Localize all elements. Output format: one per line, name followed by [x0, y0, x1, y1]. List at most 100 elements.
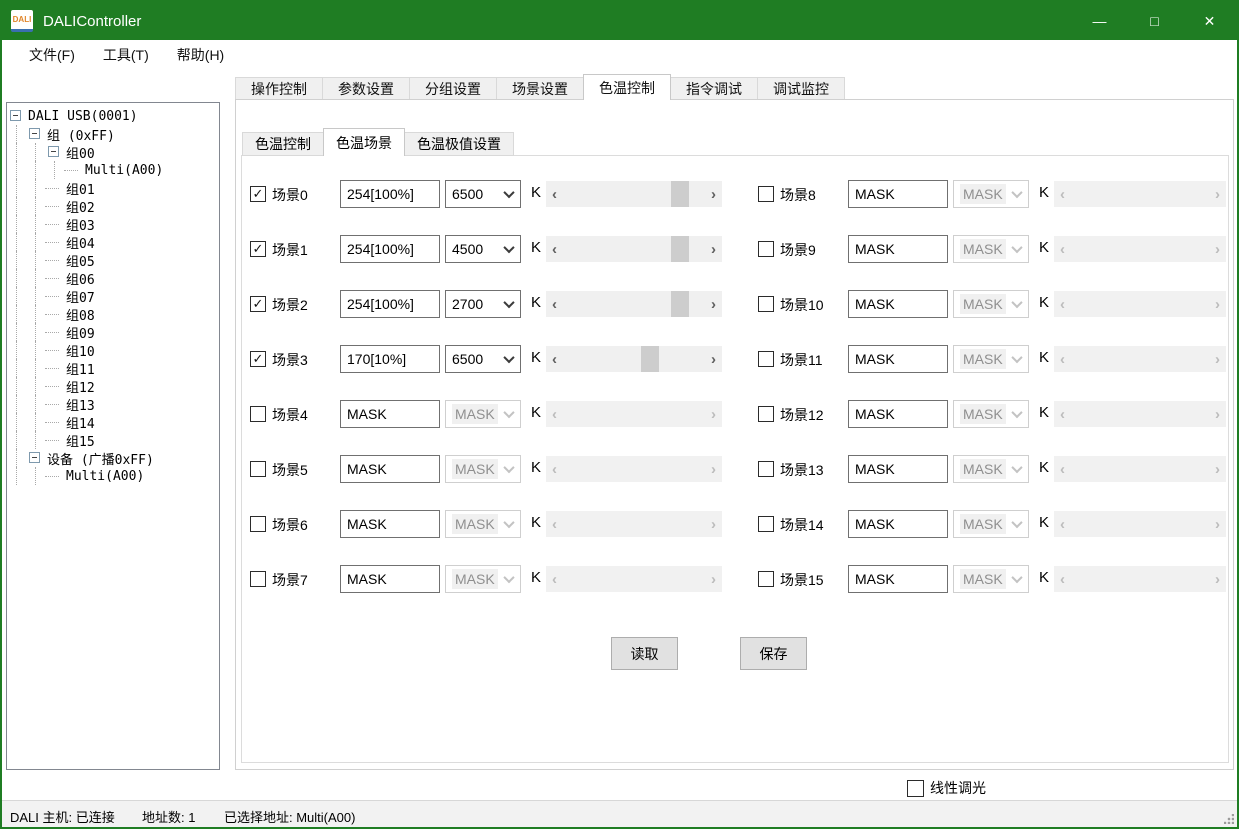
scene-checkbox[interactable]	[758, 461, 774, 477]
scrollbar-thumb[interactable]	[641, 346, 659, 372]
collapse-icon[interactable]	[26, 125, 45, 143]
scene-checkbox[interactable]	[758, 351, 774, 367]
tree-item[interactable]: 组 (0xFF)	[7, 125, 219, 143]
tree-item[interactable]: 组03	[7, 215, 219, 233]
scrollbar-thumb[interactable]	[671, 181, 689, 207]
collapse-icon[interactable]	[45, 143, 64, 161]
tab-场景设置[interactable]: 场景设置	[496, 77, 584, 100]
tree-item[interactable]: 组02	[7, 197, 219, 215]
scene-cct-select[interactable]: 6500	[445, 345, 521, 373]
scene-checkbox[interactable]	[250, 516, 266, 532]
close-button[interactable]: ✕	[1182, 2, 1237, 40]
tree-item[interactable]: 组11	[7, 359, 219, 377]
tab-色温控制[interactable]: 色温控制	[583, 74, 671, 100]
scene-cct-select: MASK	[445, 455, 521, 483]
scene-brightness-input[interactable]	[340, 400, 440, 428]
minimize-button[interactable]: —	[1072, 2, 1127, 40]
scene-checkbox[interactable]	[758, 406, 774, 422]
scene-brightness-input[interactable]	[848, 510, 948, 538]
subtab-色温场景[interactable]: 色温场景	[323, 128, 405, 156]
scene-checkbox[interactable]	[250, 406, 266, 422]
tree-item[interactable]: Multi(A00)	[7, 161, 219, 179]
subtab-色温控制[interactable]: 色温控制	[242, 132, 324, 156]
tab-调试监控[interactable]: 调试监控	[757, 77, 845, 100]
scroll-left-icon[interactable]: ‹	[546, 291, 563, 317]
scroll-left-icon[interactable]: ‹	[546, 236, 563, 262]
menu-item-文件(F)[interactable]: 文件(F)	[15, 45, 89, 65]
tree-item[interactable]: 组13	[7, 395, 219, 413]
subtab-色温极值设置[interactable]: 色温极值设置	[404, 132, 514, 156]
tree-item[interactable]: 组01	[7, 179, 219, 197]
read-button[interactable]: 读取	[611, 637, 678, 670]
tree-item[interactable]: 组05	[7, 251, 219, 269]
scene-brightness-input[interactable]	[848, 565, 948, 593]
tab-指令调试[interactable]: 指令调试	[670, 77, 758, 100]
cct-scrollbar[interactable]: ‹›	[546, 236, 722, 262]
tree-item[interactable]: 组00	[7, 143, 219, 161]
tab-参数设置[interactable]: 参数设置	[322, 77, 410, 100]
scene-checkbox[interactable]: ✓	[250, 351, 266, 367]
tree-item[interactable]: 组08	[7, 305, 219, 323]
scene-brightness-input[interactable]	[848, 345, 948, 373]
scene-brightness-input[interactable]	[340, 565, 440, 593]
scrollbar-thumb[interactable]	[671, 291, 689, 317]
scene-brightness-input[interactable]	[848, 290, 948, 318]
tree-item[interactable]: 组14	[7, 413, 219, 431]
scene-checkbox[interactable]: ✓	[250, 296, 266, 312]
tree-item[interactable]: 组07	[7, 287, 219, 305]
tree-item[interactable]: 设备 (广播0xFF)	[7, 449, 219, 467]
tab-操作控制[interactable]: 操作控制	[235, 77, 323, 100]
scene-checkbox[interactable]	[250, 461, 266, 477]
scene-brightness-input[interactable]	[848, 235, 948, 263]
scene-checkbox[interactable]	[758, 296, 774, 312]
save-button[interactable]: 保存	[740, 637, 807, 670]
scene-cct-select[interactable]: 6500	[445, 180, 521, 208]
scene-brightness-input[interactable]	[848, 455, 948, 483]
scene-checkbox[interactable]	[758, 571, 774, 587]
scene-brightness-input[interactable]	[340, 345, 440, 373]
maximize-button[interactable]: □	[1127, 2, 1182, 40]
scroll-left-icon[interactable]: ‹	[546, 346, 563, 372]
scroll-right-icon[interactable]: ›	[705, 236, 722, 262]
tree-item[interactable]: 组12	[7, 377, 219, 395]
tree-item[interactable]: DALI USB(0001)	[7, 107, 219, 125]
scene-checkbox[interactable]: ✓	[250, 186, 266, 202]
scroll-right-icon[interactable]: ›	[705, 181, 722, 207]
scene-cct-select: MASK	[953, 180, 1029, 208]
scene-brightness-input[interactable]	[340, 290, 440, 318]
scroll-left-icon[interactable]: ‹	[546, 181, 563, 207]
scene-brightness-input[interactable]	[848, 180, 948, 208]
resize-grip-icon[interactable]	[1224, 814, 1234, 824]
scene-brightness-input[interactable]	[340, 455, 440, 483]
collapse-icon[interactable]	[26, 449, 45, 467]
scroll-right-icon[interactable]: ›	[705, 291, 722, 317]
cct-scrollbar[interactable]: ‹›	[546, 291, 722, 317]
scroll-right-icon[interactable]: ›	[705, 346, 722, 372]
scene-brightness-input[interactable]	[340, 180, 440, 208]
tree-item[interactable]: 组06	[7, 269, 219, 287]
scene-label: 场景6	[272, 515, 308, 535]
tree-item[interactable]: 组04	[7, 233, 219, 251]
cct-scrollbar[interactable]: ‹›	[546, 346, 722, 372]
cct-scrollbar[interactable]: ‹›	[546, 181, 722, 207]
scene-checkbox[interactable]: ✓	[250, 241, 266, 257]
scene-checkbox[interactable]	[758, 186, 774, 202]
scene-checkbox[interactable]	[250, 571, 266, 587]
tree-item[interactable]: 组15	[7, 431, 219, 449]
tree-item[interactable]: 组09	[7, 323, 219, 341]
scene-cct-select[interactable]: 4500	[445, 235, 521, 263]
linear-dimming-checkbox[interactable]	[907, 780, 924, 797]
tab-分组设置[interactable]: 分组设置	[409, 77, 497, 100]
scene-brightness-input[interactable]	[340, 235, 440, 263]
menu-item-工具(T)[interactable]: 工具(T)	[89, 45, 163, 65]
tree-item[interactable]: Multi(A00)	[7, 467, 219, 485]
scene-checkbox[interactable]	[758, 516, 774, 532]
scene-cct-select[interactable]: 2700	[445, 290, 521, 318]
scene-checkbox[interactable]	[758, 241, 774, 257]
scrollbar-thumb[interactable]	[671, 236, 689, 262]
menu-item-帮助(H)[interactable]: 帮助(H)	[163, 45, 238, 65]
scene-brightness-input[interactable]	[848, 400, 948, 428]
collapse-icon[interactable]	[7, 107, 26, 125]
scene-brightness-input[interactable]	[340, 510, 440, 538]
tree-item[interactable]: 组10	[7, 341, 219, 359]
